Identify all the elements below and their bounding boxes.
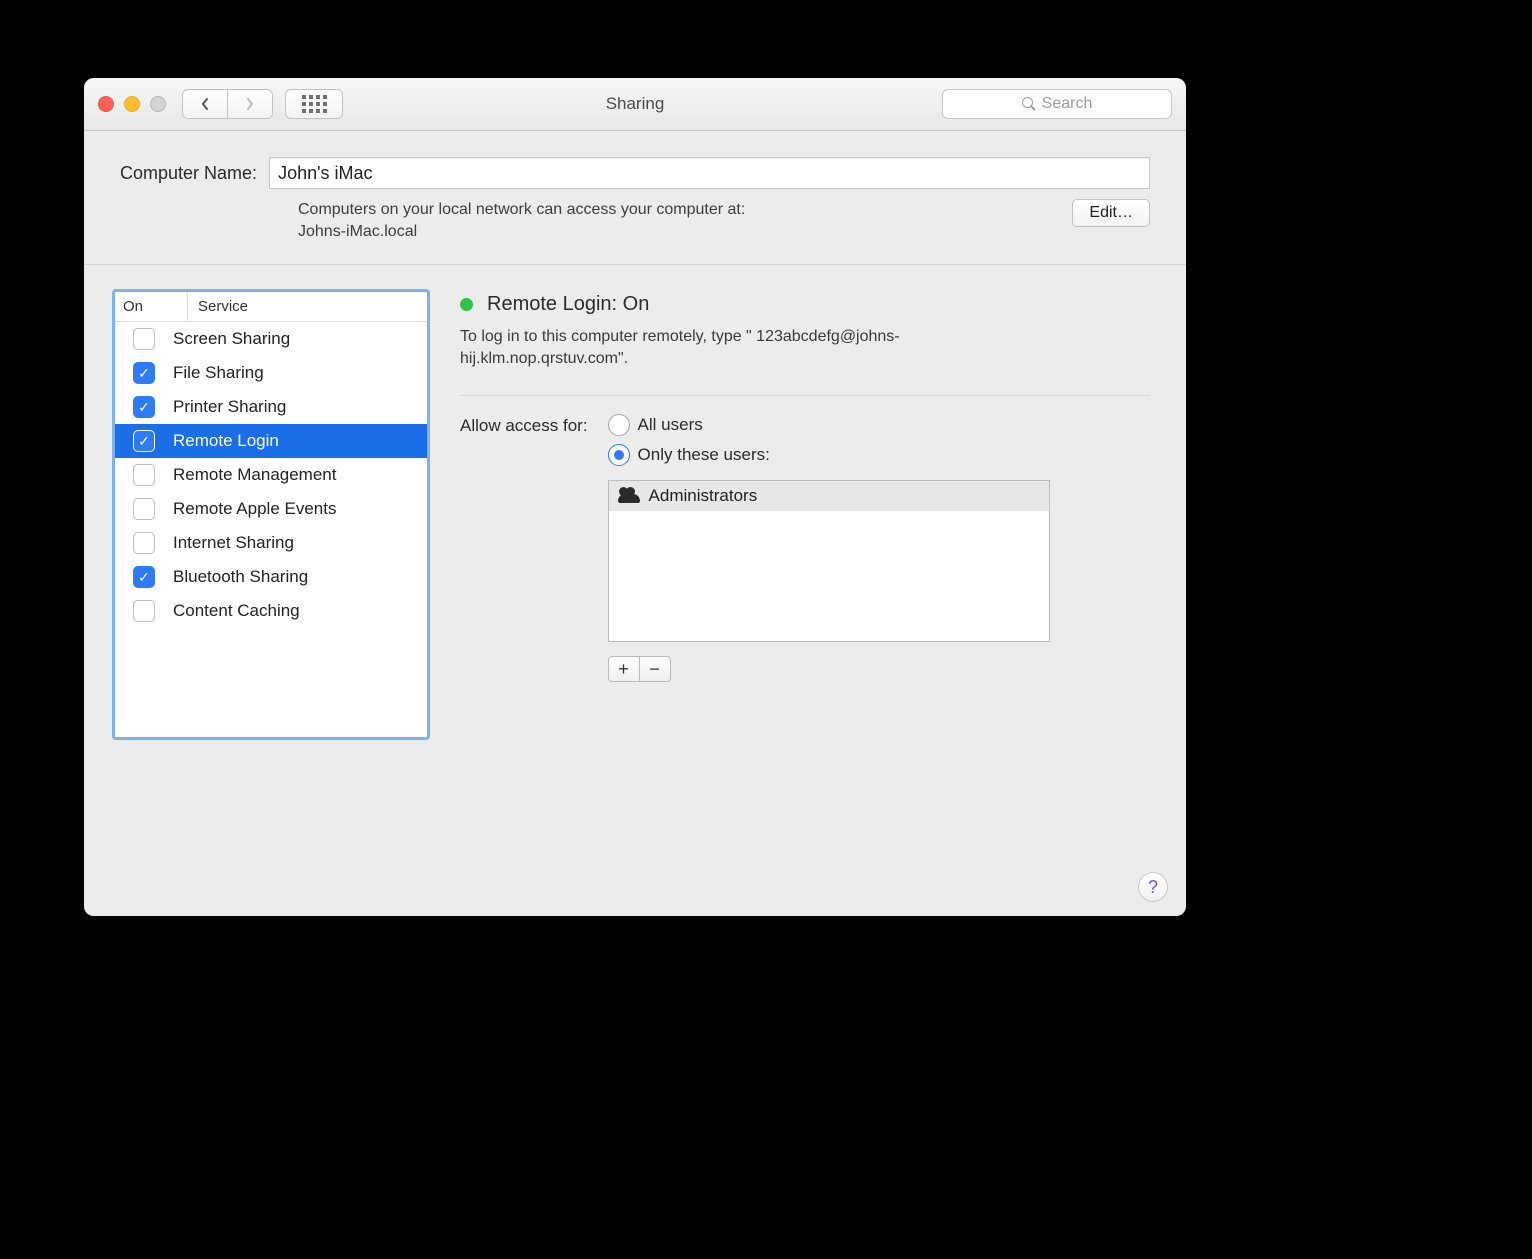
service-row[interactable]: Remote Apple Events <box>115 492 427 526</box>
computer-name-hint: Computers on your local network can acce… <box>298 199 745 242</box>
service-detail: Remote Login: On To log in to this compu… <box>460 289 1150 892</box>
service-row[interactable]: Remote Management <box>115 458 427 492</box>
user-label: Administrators <box>649 486 758 506</box>
service-row[interactable]: Printer Sharing <box>115 390 427 424</box>
service-checkbox[interactable] <box>133 464 155 486</box>
service-checkbox[interactable] <box>133 430 155 452</box>
header-section: Computer Name: Computers on your local n… <box>84 131 1186 265</box>
divider <box>460 395 1150 396</box>
search-placeholder: Search <box>1042 95 1093 113</box>
service-label: Internet Sharing <box>173 533 427 553</box>
col-service: Service <box>188 292 427 321</box>
zoom-window-button[interactable] <box>150 96 166 112</box>
chevron-right-icon <box>245 97 255 111</box>
grid-icon <box>302 95 327 113</box>
access-all-users-option[interactable]: All users <box>608 414 1150 436</box>
service-label: Remote Apple Events <box>173 499 427 519</box>
service-label: Remote Management <box>173 465 427 485</box>
services-list[interactable]: On Service Screen Sharing File Sharing Pri… <box>112 289 430 740</box>
access-label: Allow access for: <box>460 414 588 682</box>
status-title: Remote Login: On <box>487 293 649 316</box>
close-window-button[interactable] <box>98 96 114 112</box>
access-only-users-option[interactable]: Only these users: <box>608 444 1150 466</box>
content-area: On Service Screen Sharing File Sharing Pri… <box>84 265 1186 916</box>
service-label: Printer Sharing <box>173 397 427 417</box>
add-user-button[interactable]: + <box>608 656 639 682</box>
service-row[interactable]: Bluetooth Sharing <box>115 560 427 594</box>
radio-icon <box>608 444 630 466</box>
nav-buttons <box>182 89 273 119</box>
allowed-users-list[interactable]: Administrators <box>608 480 1050 642</box>
service-checkbox[interactable] <box>133 362 155 384</box>
service-label: Content Caching <box>173 601 427 621</box>
col-on: On <box>115 292 188 321</box>
service-checkbox[interactable] <box>133 566 155 588</box>
edit-hostname-button[interactable]: Edit… <box>1072 199 1150 227</box>
services-header: On Service <box>115 292 427 322</box>
service-checkbox[interactable] <box>133 498 155 520</box>
service-label: Remote Login <box>173 431 427 451</box>
service-label: Screen Sharing <box>173 329 427 349</box>
access-only-users-label: Only these users: <box>638 445 770 465</box>
service-checkbox[interactable] <box>133 396 155 418</box>
service-row[interactable]: Remote Login <box>115 424 427 458</box>
service-row[interactable]: Internet Sharing <box>115 526 427 560</box>
service-row[interactable]: Content Caching <box>115 594 427 628</box>
search-icon <box>1022 97 1036 111</box>
back-button[interactable] <box>182 89 228 119</box>
show-all-button[interactable] <box>285 89 343 119</box>
service-checkbox[interactable] <box>133 328 155 350</box>
window-controls <box>98 96 166 112</box>
toolbar: Sharing Search <box>84 78 1186 131</box>
status-help-text: To log in to this computer remotely, typ… <box>460 326 1020 369</box>
service-label: File Sharing <box>173 363 427 383</box>
search-field[interactable]: Search <box>942 89 1172 119</box>
computer-name-label: Computer Name: <box>120 163 257 184</box>
remove-user-button[interactable]: − <box>639 656 671 682</box>
sharing-preferences-window: Sharing Search Computer Name: Computers … <box>84 78 1186 916</box>
user-row[interactable]: Administrators <box>609 481 1049 511</box>
service-label: Bluetooth Sharing <box>173 567 427 587</box>
group-icon <box>619 489 639 503</box>
computer-name-input[interactable] <box>269 157 1150 189</box>
status-indicator-icon <box>460 298 473 311</box>
service-row[interactable]: File Sharing <box>115 356 427 390</box>
minimize-window-button[interactable] <box>124 96 140 112</box>
service-checkbox[interactable] <box>133 600 155 622</box>
service-row[interactable]: Screen Sharing <box>115 322 427 356</box>
access-all-users-label: All users <box>638 415 703 435</box>
forward-button[interactable] <box>228 89 273 119</box>
help-button[interactable]: ? <box>1138 872 1168 902</box>
chevron-left-icon <box>200 97 210 111</box>
service-checkbox[interactable] <box>133 532 155 554</box>
radio-icon <box>608 414 630 436</box>
